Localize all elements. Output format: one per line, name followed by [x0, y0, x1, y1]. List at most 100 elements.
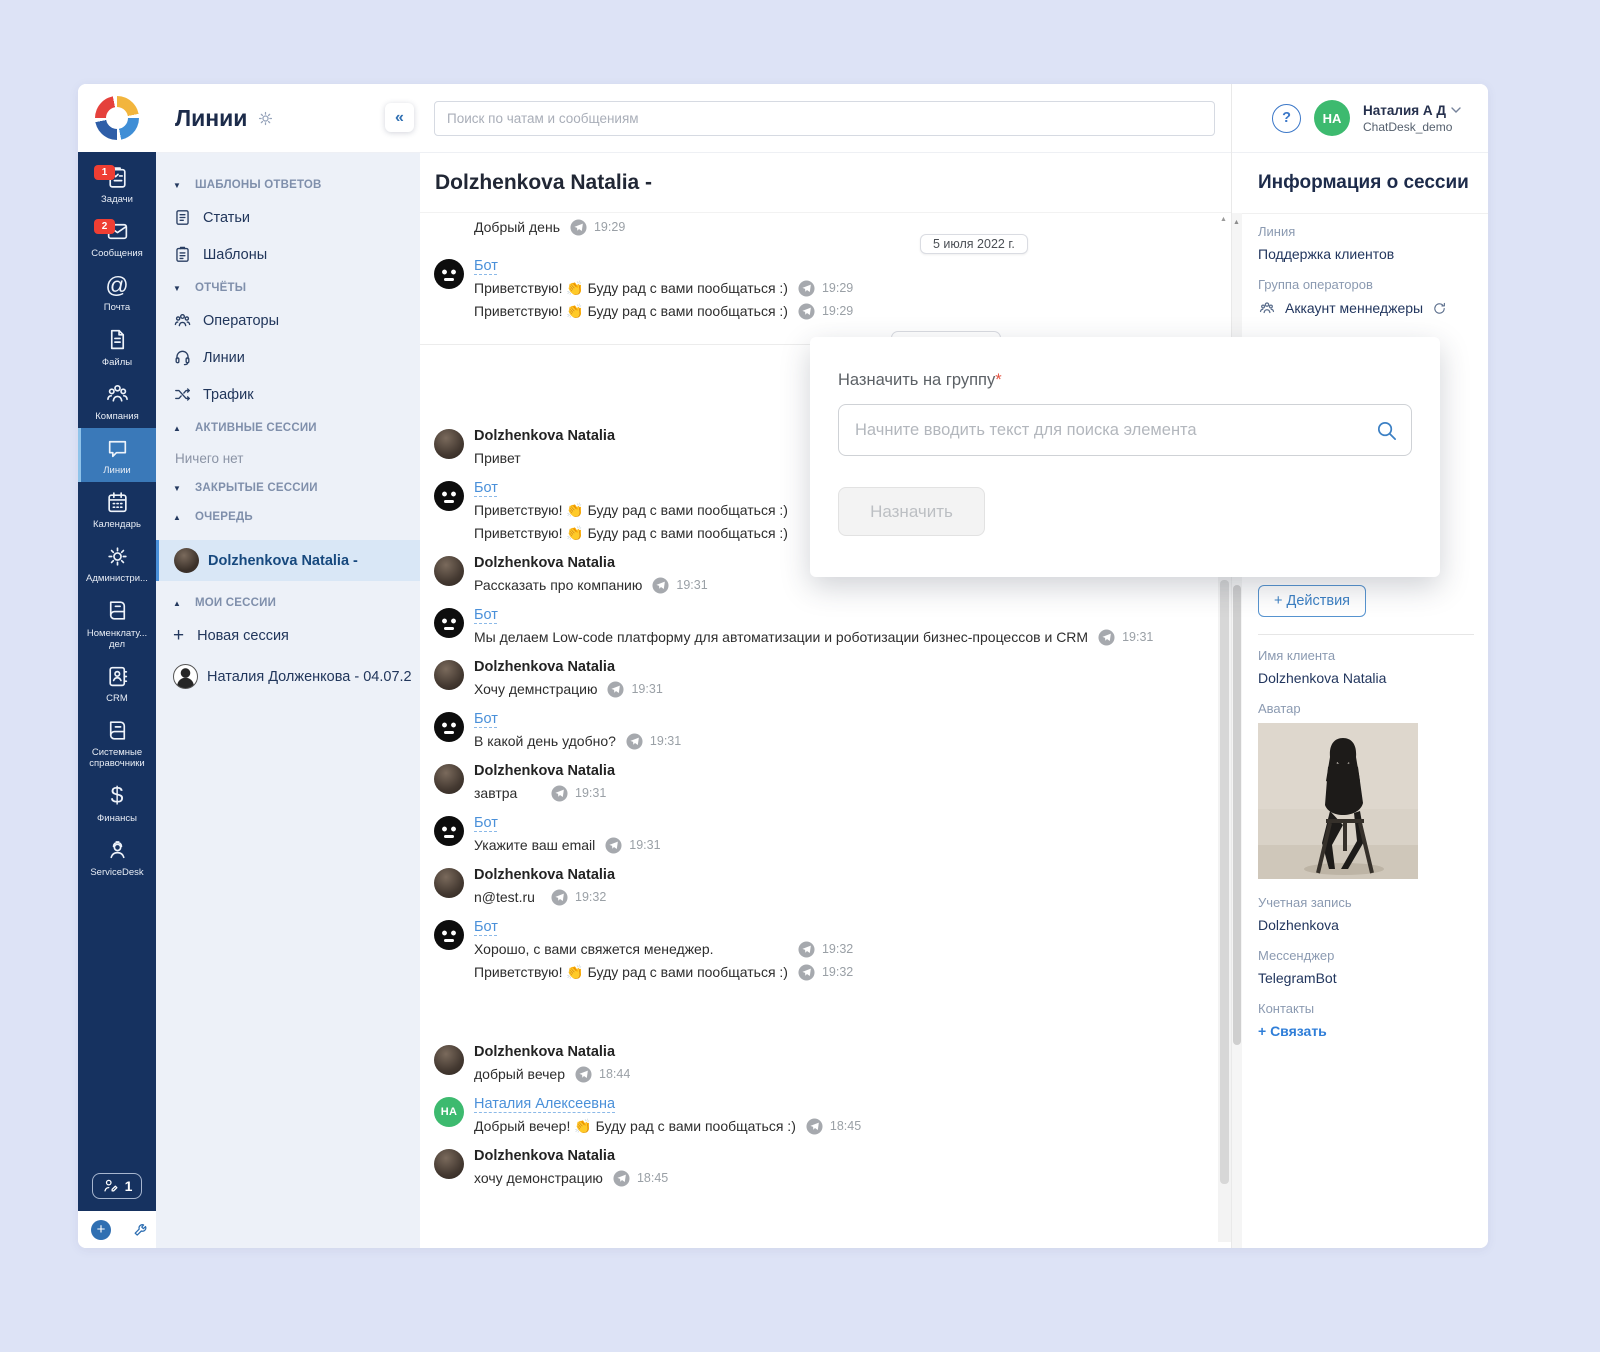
client-name-label: Имя клиента	[1258, 648, 1336, 663]
link-contact-button[interactable]: + Связать	[1258, 1023, 1327, 1039]
collapse-panel-button[interactable]: «	[385, 103, 414, 132]
message-time: 19:31	[649, 734, 682, 748]
section-reply-templates[interactable]: ▼ ШАБЛОНЫ ОТВЕТОВ	[173, 179, 412, 191]
assign-button[interactable]: Назначить	[838, 487, 985, 536]
group-search-input[interactable]	[838, 404, 1412, 456]
sidebar-item-administration[interactable]: Администри...	[78, 536, 156, 590]
client-avatar-photo	[1258, 723, 1418, 879]
sidebar-item-company[interactable]: Компания	[78, 374, 156, 428]
message-text: Привет	[474, 450, 521, 466]
lines-settings-gear-icon[interactable]	[256, 109, 275, 128]
sidebar-item-files[interactable]: Файлы	[78, 320, 156, 374]
sidebar-item-servicedesk[interactable]: ServiceDesk	[78, 830, 156, 884]
message-author[interactable]: Бот	[474, 919, 498, 935]
section-reports[interactable]: ▼ ОТЧЁТЫ	[173, 282, 412, 294]
message-author[interactable]: Dolzhenkova Natalia	[474, 867, 615, 883]
message-avatar	[434, 556, 464, 586]
message-author[interactable]: Бот	[474, 607, 498, 623]
lines-chat-icon	[104, 435, 130, 461]
sidebar-item-crm[interactable]: CRM	[78, 656, 156, 710]
message-text: Добрый вечер! 👏 Буду рад с вами пообщать…	[474, 1117, 796, 1134]
chevron-down-icon	[1451, 106, 1461, 113]
online-operators-button[interactable]: 1	[91, 1173, 143, 1199]
tasks-icon: 1	[94, 164, 130, 190]
scroll-up-icon[interactable]: ▲	[1233, 219, 1240, 226]
message-author[interactable]: Dolzhenkova Natalia	[474, 555, 615, 571]
message-author[interactable]: Dolzhenkova Natalia	[474, 659, 615, 675]
sidebar-item-handbooks[interactable]: Системные справочники	[78, 710, 156, 775]
message-author[interactable]: Dolzhenkova Natalia	[474, 1148, 615, 1164]
user-menu[interactable]: Наталия А Д	[1363, 103, 1461, 118]
settings-wrench-icon[interactable]	[132, 1220, 151, 1239]
telegram-icon	[626, 732, 643, 750]
queue-session-selected[interactable]: Dolzhenkova Natalia -	[156, 540, 420, 581]
sidebar-item-nomenclature[interactable]: Номенклату... дел	[78, 591, 156, 656]
add-button[interactable]: +	[91, 1219, 111, 1240]
nav-item-traffic[interactable]: Трафик	[173, 385, 412, 404]
message-meta: 19:31	[551, 784, 615, 802]
plus-icon: +	[173, 625, 185, 646]
telegram-icon	[613, 1169, 630, 1187]
main-sidebar: 1 Задачи 2 Сообщения @ Почта Файлы Компа…	[78, 84, 156, 1248]
required-asterisk: *	[995, 371, 1002, 389]
user-avatar[interactable]: НА	[1314, 100, 1350, 136]
sidebar-item-mail[interactable]: @ Почта	[78, 265, 156, 319]
sidebar-item-calendar[interactable]: Календарь	[78, 482, 156, 536]
help-button[interactable]: ?	[1272, 103, 1301, 133]
section-closed-sessions[interactable]: ▼ ЗАКРЫТЫЕ СЕССИИ	[173, 482, 412, 494]
telegram-icon	[806, 1117, 823, 1135]
operator-group-value[interactable]: Аккаунт меннеджеры	[1285, 300, 1423, 316]
page-background: 1 Задачи 2 Сообщения @ Почта Файлы Компа…	[0, 0, 1600, 1352]
message: Бот Приветствую! 👏 Буду рад с вами пообщ…	[434, 479, 798, 546]
message-author[interactable]: Бот	[474, 258, 498, 274]
message-author[interactable]: Dolzhenkova Natalia	[474, 763, 615, 779]
actions-button[interactable]: + Действия	[1258, 585, 1367, 617]
message-text: Приветствую! 👏 Буду рад с вами пообщатьс…	[474, 524, 788, 541]
nav-item-lines-report[interactable]: Линии	[173, 348, 412, 367]
message-text: Хочу демнстрацию	[474, 681, 598, 697]
online-count: 1	[124, 1178, 133, 1194]
account-value: Dolzhenkova	[1258, 917, 1339, 933]
refresh-icon[interactable]	[1432, 301, 1447, 316]
sidebar-item-lines[interactable]: Линии	[78, 428, 156, 483]
chat-search-input[interactable]	[434, 101, 1215, 136]
scrollbar-thumb[interactable]	[1220, 580, 1229, 1184]
sidebar-item-tasks[interactable]: 1 Задачи	[78, 157, 156, 211]
sidebar-item-messages[interactable]: 2 Сообщения	[78, 211, 156, 265]
group-people-icon	[1259, 302, 1275, 314]
logo-ring-icon	[95, 96, 139, 140]
scrollbar-thumb[interactable]	[1233, 585, 1241, 1045]
section-my-sessions[interactable]: ▲ МОИ СЕССИИ	[173, 597, 412, 609]
divider	[1258, 634, 1474, 635]
message-meta: 18:45	[806, 1117, 870, 1135]
nav-item-templates[interactable]: Шаблоны	[173, 245, 412, 264]
message-meta: 19:29	[798, 279, 862, 297]
account-topbar: ? НА Наталия А Д ChatDesk_demo	[1232, 84, 1488, 153]
section-queue[interactable]: ▲ ОЧЕРЕДЬ	[173, 511, 412, 523]
message-text: Приветствую! 👏 Буду рад с вами пообщатьс…	[474, 963, 788, 980]
message-author[interactable]: Dolzhenkova Natalia	[474, 1044, 615, 1060]
telegram-icon	[570, 218, 587, 236]
scroll-up-icon[interactable]: ▲	[1220, 216, 1227, 223]
app-logo[interactable]	[78, 84, 156, 152]
message-text: n@test.ru	[474, 889, 535, 905]
search-icon[interactable]	[1375, 419, 1398, 442]
message-author[interactable]: Наталия Алексеевна	[474, 1096, 615, 1112]
articles-icon	[176, 210, 189, 225]
message-time: 19:31	[1122, 630, 1154, 644]
message-author[interactable]: Бот	[474, 815, 498, 831]
message-author[interactable]: Бот	[474, 711, 498, 727]
templates-icon	[176, 246, 189, 262]
message-author[interactable]: Dolzhenkova Natalia	[474, 428, 615, 444]
contacts-label: Контакты	[1258, 1001, 1315, 1016]
my-session-item[interactable]: Наталия Долженкова - 04.07.2	[173, 664, 412, 689]
sidebar-item-finance[interactable]: $ Финансы	[78, 776, 156, 830]
message-author[interactable]: Бот	[474, 480, 498, 496]
messages-badge: 2	[94, 219, 115, 235]
nav-item-articles[interactable]: Статьи	[173, 208, 412, 227]
chevron-up-icon: ▲	[173, 512, 182, 522]
message-text: завтра	[474, 785, 518, 801]
section-active-sessions[interactable]: ▲ АКТИВНЫЕ СЕССИИ	[173, 422, 412, 434]
nav-item-operators[interactable]: Операторы	[173, 311, 412, 330]
new-session-button[interactable]: + Новая сессия	[173, 626, 412, 645]
